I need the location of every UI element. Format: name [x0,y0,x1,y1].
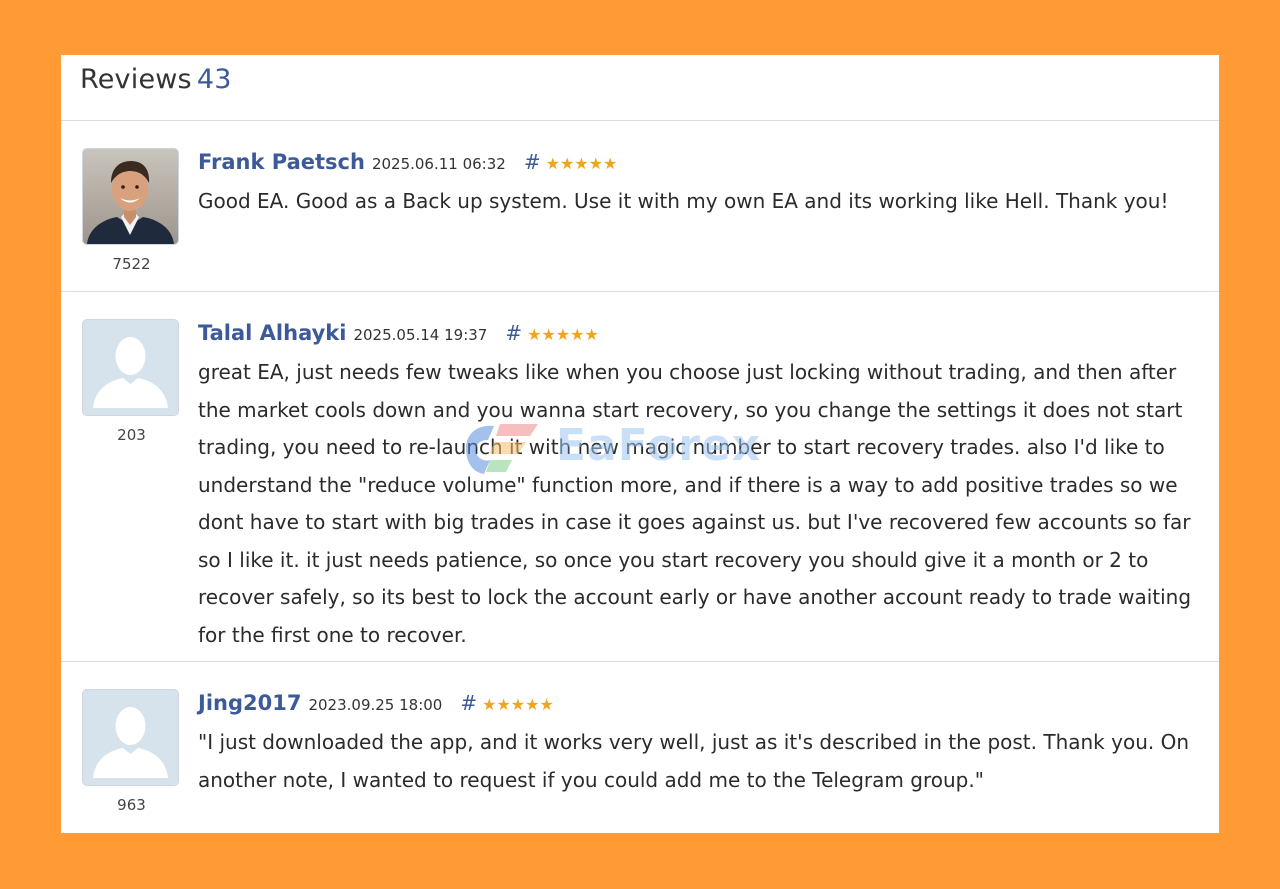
review-avatar-column: 7522 [82,148,181,273]
photo-avatar-icon [83,149,178,244]
reviews-title: Reviews 43 [80,64,232,95]
review-meta: Jing2017 2023.09.25 18:00 # ★★★★★ [198,689,1211,717]
review-text: great EA, just needs few tweaks like whe… [198,360,1192,647]
review-text: "I just downloaded the app, and it works… [198,730,1190,792]
review-date: 2025.06.11 06:32 [371,154,506,173]
reviews-panel: Reviews 43 7522 Frank Paetsch 2025.06.11… [61,55,1219,833]
review-text: Good EA. Good as a Back up system. Use i… [198,189,1169,213]
user-rating-count: 7522 [112,255,151,273]
avatar[interactable] [82,148,179,245]
review-avatar-column: 963 [82,689,181,814]
star-rating: ★★★★★ [527,324,599,344]
star-rating: ★★★★★ [545,153,618,173]
review-item: 963 Jing2017 2023.09.25 18:00 # ★★★★★ "I… [61,662,1219,832]
author-link[interactable]: Frank Paetsch [198,150,365,174]
review-item: 203 Talal Alhayki 2025.05.14 19:37 # ★★★… [61,292,1219,662]
reviews-count: 43 [196,64,232,95]
user-rating-count: 203 [117,426,146,444]
reviews-title-label: Reviews [80,64,192,95]
author-link[interactable]: Jing2017 [198,691,301,715]
default-user-avatar-icon [83,690,178,785]
review-date: 2023.09.25 18:00 [308,695,443,714]
author-link[interactable]: Talal Alhayki [198,321,346,345]
review-content: Talal Alhayki 2025.05.14 19:37 # ★★★★★ g… [198,319,1211,654]
star-rating: ★★★★★ [482,694,554,714]
permalink-hash[interactable]: # [460,691,477,715]
review-date: 2025.05.14 19:37 [353,325,488,344]
review-meta: Frank Paetsch 2025.06.11 06:32 # ★★★★★ [198,148,1211,176]
review-meta: Talal Alhayki 2025.05.14 19:37 # ★★★★★ [198,319,1211,347]
permalink-hash[interactable]: # [505,321,522,345]
avatar[interactable] [82,689,179,786]
review-content: Jing2017 2023.09.25 18:00 # ★★★★★ "I jus… [198,689,1211,799]
avatar[interactable] [82,319,179,416]
reviews-header: Reviews 43 [61,55,1219,121]
review-item: 7522 Frank Paetsch 2025.06.11 06:32 # ★★… [61,121,1219,292]
permalink-hash[interactable]: # [524,150,541,174]
review-content: Frank Paetsch 2025.06.11 06:32 # ★★★★★ G… [198,148,1211,221]
review-avatar-column: 203 [82,319,181,444]
user-rating-count: 963 [117,796,146,814]
default-user-avatar-icon [83,320,178,415]
